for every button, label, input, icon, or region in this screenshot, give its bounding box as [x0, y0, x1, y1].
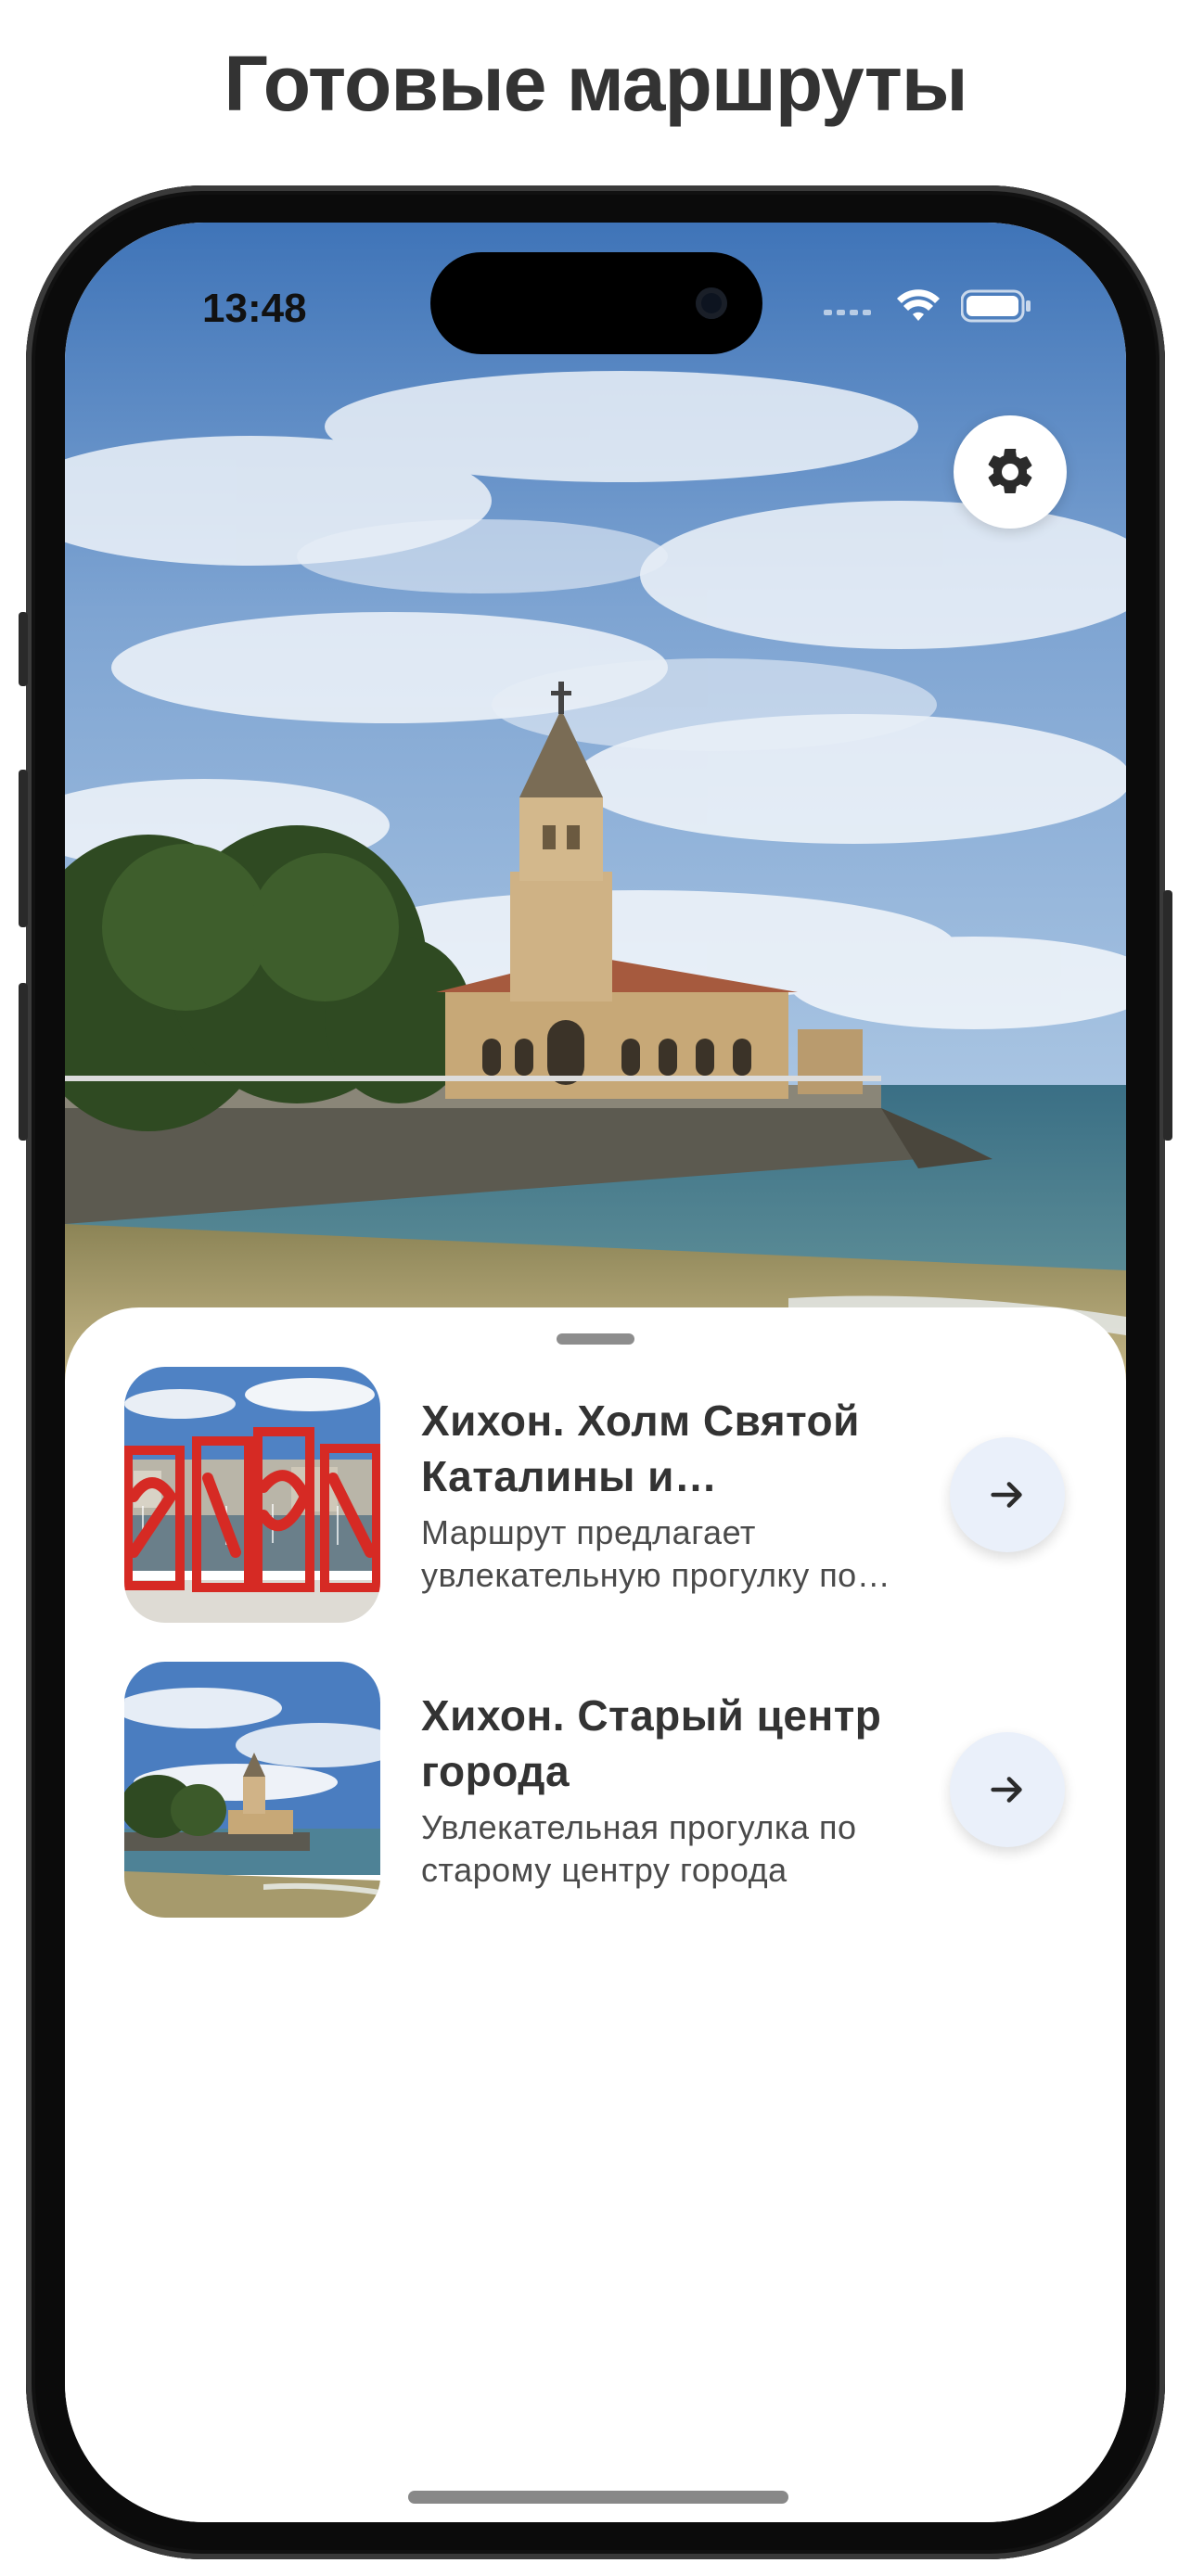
settings-button[interactable] — [954, 415, 1067, 529]
battery-icon — [961, 289, 1031, 323]
route-title: Хихон. Старый центр города — [421, 1691, 882, 1795]
route-description: Маршрут предлагает увлекательную прогулк… — [421, 1513, 857, 1594]
power-button — [1163, 890, 1172, 1141]
route-card[interactable]: Хихон. Старый центр города Увлекательная… — [124, 1662, 1065, 1918]
open-route-button[interactable] — [950, 1732, 1065, 1847]
wifi-icon — [897, 289, 940, 321]
route-description: Увлекательная прогулка по старому центру… — [421, 1808, 857, 1889]
action-button — [19, 612, 28, 686]
routes-sheet: Хихон. Холм Святой Каталины и окрестност… — [65, 1307, 1126, 2522]
sheet-grabber[interactable] — [557, 1333, 634, 1345]
volume-down-button — [19, 983, 28, 1141]
page-headline: Готовые маршруты — [224, 40, 967, 127]
home-indicator[interactable] — [408, 2491, 788, 2504]
status-icons — [824, 289, 1033, 323]
arrow-right-icon — [991, 1482, 1022, 1508]
route-card[interactable]: Хихон. Холм Святой Каталины и окрестност… — [124, 1367, 1065, 1623]
front-camera — [696, 287, 727, 319]
phone-screen: 13:48 Хихон. Холм Святой Каталины и Марш… — [65, 223, 1126, 2522]
volume-up-button — [19, 770, 28, 927]
dynamic-island — [430, 252, 762, 354]
status-time: 13:48 — [202, 286, 307, 331]
arrow-right-icon — [991, 1777, 1022, 1803]
signal-icon — [824, 310, 871, 315]
route-thumbnail — [124, 1662, 380, 1918]
route-title: Хихон. Холм Святой Каталины и окрестност… — [421, 1396, 860, 1500]
route-thumbnail — [124, 1367, 380, 1623]
hero-photo — [65, 223, 1126, 1391]
gear-icon — [988, 448, 1032, 493]
open-route-button[interactable] — [950, 1437, 1065, 1552]
